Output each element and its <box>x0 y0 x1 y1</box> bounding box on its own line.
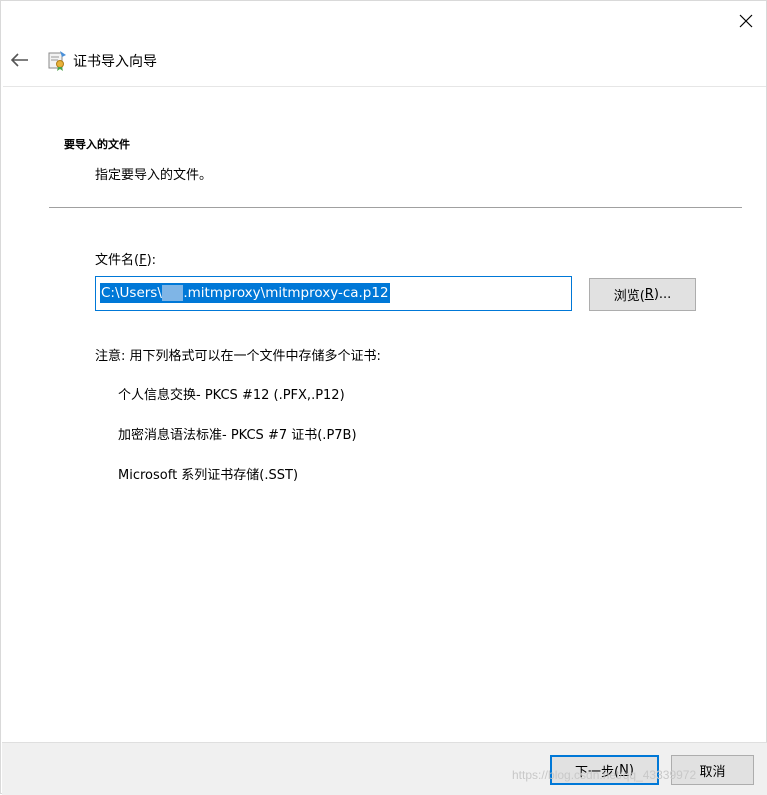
footer-bar: 下一步(N) 取消 <box>2 742 767 795</box>
cancel-button[interactable]: 取消 <box>671 755 754 785</box>
back-button[interactable] <box>7 47 33 73</box>
format-item-p7b: 加密消息语法标准- PKCS #7 证书(.P7B) <box>118 428 357 443</box>
header-divider <box>3 86 766 87</box>
filename-input[interactable]: C:\Users\ .mitmproxy\mitmproxy-ca.p12 <box>95 276 572 311</box>
section-heading: 要导入的文件 <box>64 138 130 151</box>
format-note: 注意: 用下列格式可以在一个文件中存储多个证书: <box>95 349 381 364</box>
close-button[interactable] <box>729 7 763 35</box>
format-item-sst: Microsoft 系列证书存储(.SST) <box>118 468 299 483</box>
section-description: 指定要导入的文件。 <box>95 168 213 183</box>
format-list: 个人信息交换- PKCS #12 (.PFX,.P12) 加密消息语法标准- P… <box>118 387 357 507</box>
close-icon <box>739 14 753 28</box>
section-separator <box>49 207 742 208</box>
filename-value: C:\Users\ .mitmproxy\mitmproxy-ca.p12 <box>100 283 390 303</box>
browse-button[interactable]: 浏览(R)... <box>589 278 696 311</box>
dialog-window: 证书导入向导 要导入的文件 指定要导入的文件。 文件名(F): C:\Users… <box>0 0 767 795</box>
wizard-title: 证书导入向导 <box>73 54 157 70</box>
format-item-pfx: 个人信息交换- PKCS #12 (.PFX,.P12) <box>118 388 345 403</box>
next-button[interactable]: 下一步(N) <box>550 755 659 785</box>
wizard-header: 证书导入向导 <box>1 41 767 81</box>
certificate-icon <box>48 51 66 71</box>
redacted-username <box>161 285 184 301</box>
back-arrow-icon <box>11 53 28 67</box>
filename-label: 文件名(F): <box>95 253 157 268</box>
